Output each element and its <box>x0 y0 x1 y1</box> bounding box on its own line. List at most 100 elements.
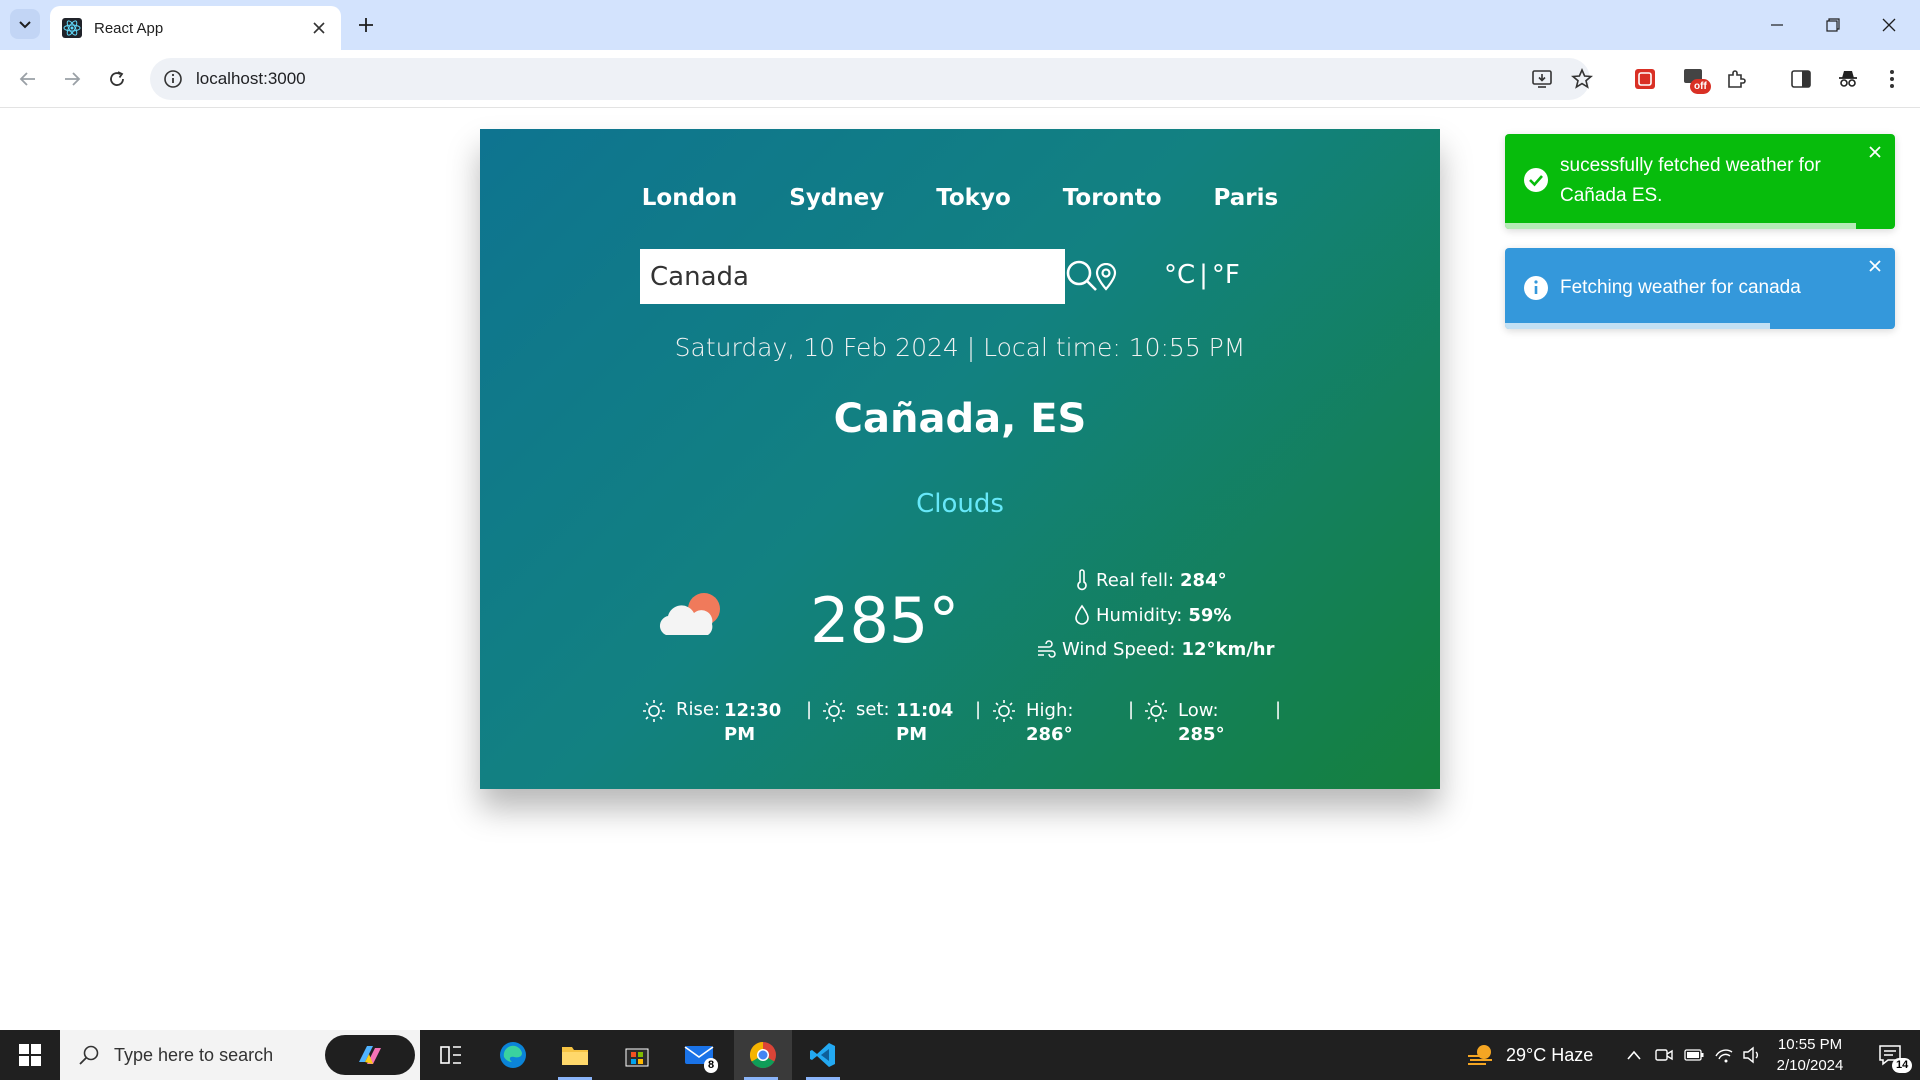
high-item: High: 286° <box>992 699 1078 747</box>
real-feel-row: Real fell: 284° <box>1074 569 1227 591</box>
incognito-icon <box>1839 71 1857 87</box>
city-paris-button[interactable]: Paris <box>1214 185 1279 211</box>
extension-off-button[interactable]: off <box>1678 63 1711 95</box>
extension-red-button[interactable] <box>1629 63 1661 95</box>
city-tokyo-button[interactable]: Tokyo <box>936 185 1011 211</box>
celsius-button[interactable]: °C <box>1164 260 1195 290</box>
thermometer-icon <box>1077 569 1087 591</box>
wifi-icon <box>1715 1049 1733 1063</box>
weather-card: London Sydney Tokyo Toronto Paris °C | °… <box>480 129 1440 789</box>
reload-button[interactable] <box>101 63 133 95</box>
fahrenheit-button[interactable]: °F <box>1212 260 1240 290</box>
network-button[interactable] <box>1712 1030 1736 1080</box>
city-toronto-button[interactable]: Toronto <box>1063 185 1162 211</box>
show-hidden-icons-button[interactable] <box>1622 1030 1646 1080</box>
meet-now-button[interactable] <box>1652 1030 1676 1080</box>
forward-button[interactable] <box>56 63 88 95</box>
city-search-input[interactable] <box>640 249 1065 304</box>
close-icon[interactable] <box>1867 258 1883 274</box>
info-toast[interactable]: Fetching weather for canada <box>1505 248 1895 329</box>
city-buttons: London Sydney Tokyo Toronto Paris <box>480 185 1440 211</box>
high-label-text: High: <box>1026 700 1074 721</box>
edge-icon <box>500 1042 526 1068</box>
humidity-value: 59% <box>1188 604 1232 626</box>
minimize-icon <box>1771 24 1783 26</box>
store-icon <box>625 1048 649 1067</box>
vscode-app[interactable] <box>796 1030 850 1080</box>
location-title: Cañada, ES <box>833 396 1087 442</box>
back-button[interactable] <box>12 63 44 95</box>
camera-icon <box>1655 1049 1673 1061</box>
unit-toggle: °C | °F <box>1164 260 1240 290</box>
high-value: 286° <box>1026 724 1073 745</box>
start-button[interactable] <box>0 1030 60 1080</box>
close-tab-icon[interactable] <box>309 18 329 38</box>
taskbar-weather[interactable]: 29°C Haze <box>1466 1030 1593 1080</box>
chrome-icon <box>749 1041 776 1069</box>
volume-button[interactable] <box>1740 1030 1764 1080</box>
tab-title: React App <box>94 19 164 37</box>
site-info-icon[interactable] <box>162 68 184 90</box>
clock-date: 2/10/2024 <box>1776 1057 1844 1074</box>
bookmark-button[interactable] <box>1566 63 1598 95</box>
sunset-label: set: <box>856 699 890 720</box>
task-view-icon <box>440 1046 461 1064</box>
copilot-button[interactable] <box>325 1035 415 1075</box>
new-tab-button[interactable] <box>352 11 380 39</box>
low-value: 285° <box>1178 724 1225 745</box>
taskbar-weather-text: 29°C Haze <box>1506 1044 1594 1065</box>
separator: | <box>1128 699 1135 720</box>
sunrise-value: 12:30 PM <box>724 700 782 745</box>
chevron-up-icon <box>1627 1050 1641 1060</box>
separator: | <box>1275 699 1282 720</box>
chrome-app[interactable] <box>734 1030 792 1080</box>
clock-time: 10:55 PM <box>1777 1036 1843 1053</box>
mail-app[interactable]: 8 <box>672 1030 726 1080</box>
install-app-button[interactable] <box>1526 63 1558 95</box>
taskbar-clock[interactable]: 10:55 PM 2/10/2024 <box>1770 1034 1850 1076</box>
info-toast-message: Fetching weather for canada <box>1560 277 1801 298</box>
restore-button[interactable] <box>1806 0 1860 50</box>
close-window-button[interactable] <box>1862 0 1916 50</box>
haze-icon <box>1468 1045 1492 1065</box>
extension-off-badge: off <box>1690 79 1711 94</box>
low-label: Low: 285° <box>1178 699 1230 747</box>
info-circle-icon <box>1524 276 1548 300</box>
windows-logo-icon <box>19 1044 41 1066</box>
store-app[interactable] <box>610 1030 664 1080</box>
extensions-button[interactable] <box>1720 63 1752 95</box>
success-toast-message: sucessfully fetched weather for Cañada E… <box>1560 155 1821 206</box>
success-toast[interactable]: sucessfully fetched weather for Cañada E… <box>1505 134 1895 229</box>
minimize-button[interactable] <box>1750 0 1804 50</box>
react-logo-icon <box>62 18 82 38</box>
check-circle-icon <box>1524 168 1548 192</box>
humidity-row: Humidity: 59% <box>1074 604 1231 626</box>
weather-condition: Clouds <box>916 489 1004 519</box>
profile-button[interactable] <box>1832 63 1864 95</box>
url-text[interactable]: localhost:3000 <box>196 69 1590 89</box>
speaker-icon <box>1743 1046 1758 1064</box>
browser-tab[interactable]: React App <box>50 6 341 50</box>
sunrise-item: Rise: 12:30 PM <box>642 699 782 747</box>
file-explorer-app[interactable] <box>548 1030 602 1080</box>
address-bar[interactable]: localhost:3000 <box>150 58 1590 100</box>
task-view-button[interactable] <box>424 1030 478 1080</box>
vscode-icon <box>810 1043 835 1067</box>
tab-search-button[interactable] <box>10 9 40 39</box>
city-london-button[interactable]: London <box>642 185 737 211</box>
location-pin-icon[interactable] <box>1093 263 1119 291</box>
notification-center-button[interactable]: 14 <box>1865 1030 1915 1080</box>
side-panel-button[interactable] <box>1785 63 1817 95</box>
puzzle-icon <box>1728 70 1746 88</box>
battery-button[interactable] <box>1682 1030 1706 1080</box>
city-sydney-button[interactable]: Sydney <box>789 185 884 211</box>
unit-separator: | <box>1199 260 1208 290</box>
browser-menu-button[interactable] <box>1876 63 1908 95</box>
separator: | <box>975 699 982 720</box>
sunset-item: set: 11:04 PM <box>822 699 953 747</box>
sun-icon <box>643 700 665 722</box>
close-icon[interactable] <box>1867 144 1883 160</box>
edge-app[interactable] <box>486 1030 540 1080</box>
wind-value: 12°km/hr <box>1181 639 1275 660</box>
restore-icon <box>1826 18 1840 32</box>
